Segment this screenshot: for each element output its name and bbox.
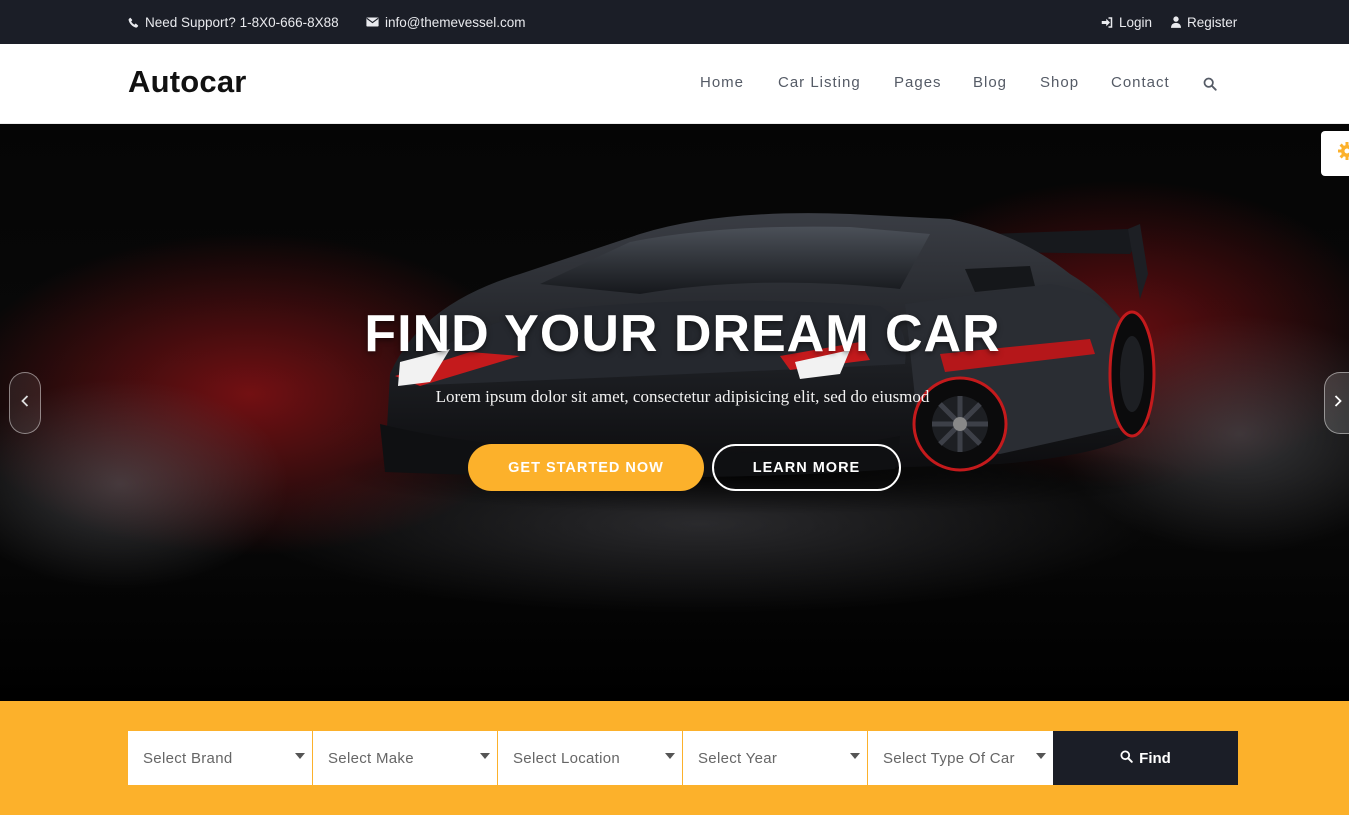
gear-icon <box>1337 141 1349 166</box>
find-button[interactable]: Find <box>1053 731 1238 785</box>
caret-down-icon <box>665 753 675 759</box>
top-bar: Need Support? 1-8X0-666-8X88 info@themev… <box>0 0 1349 44</box>
email-link[interactable]: info@themevessel.com <box>366 0 526 44</box>
car-type-select-value: Select Type Of Car <box>883 749 1015 767</box>
make-select[interactable]: Select Make <box>313 731 497 785</box>
support-text: Need Support? 1-8X0-666-8X88 <box>145 14 339 30</box>
login-label: Login <box>1119 14 1153 30</box>
envelope-icon <box>366 17 379 27</box>
nav-item-blog[interactable]: Blog <box>973 74 1007 91</box>
brand-select[interactable]: Select Brand <box>128 731 312 785</box>
search-icon <box>1120 749 1133 767</box>
year-select[interactable]: Select Year <box>683 731 867 785</box>
caret-down-icon <box>1036 753 1046 759</box>
nav-item-contact[interactable]: Contact <box>1111 74 1170 91</box>
caret-down-icon <box>850 753 860 759</box>
settings-toggle[interactable] <box>1321 131 1349 176</box>
user-icon <box>1171 16 1181 28</box>
find-label: Find <box>1139 749 1171 767</box>
register-link[interactable]: Register <box>1171 0 1237 44</box>
nav-item-pages[interactable]: Pages <box>894 74 942 91</box>
phone-icon <box>128 17 139 28</box>
learn-more-button[interactable]: LEARN MORE <box>712 444 901 491</box>
make-select-value: Select Make <box>328 749 414 767</box>
hero-subtitle: Lorem ipsum dolor sit amet, consectetur … <box>435 387 930 406</box>
login-link[interactable]: Login <box>1101 0 1152 44</box>
nav-item-home[interactable]: Home <box>700 74 744 91</box>
sports-car-image <box>330 213 1190 514</box>
get-started-button[interactable]: GET STARTED NOW <box>468 444 704 491</box>
hero-slider: FIND YOUR DREAM CAR Lorem ipsum dolor si… <box>0 124 1349 701</box>
main-header: Autocar Home Car Listing Pages Blog Shop… <box>0 44 1349 124</box>
hero-title: FIND YOUR DREAM CAR <box>364 305 1001 363</box>
location-select[interactable]: Select Location <box>498 731 682 785</box>
nav-item-shop[interactable]: Shop <box>1040 74 1079 91</box>
sign-in-icon <box>1101 16 1113 28</box>
location-select-value: Select Location <box>513 749 621 767</box>
register-label: Register <box>1187 14 1238 30</box>
site-logo[interactable]: Autocar <box>128 64 247 100</box>
caret-down-icon <box>295 753 305 759</box>
brand-select-value: Select Brand <box>143 749 233 767</box>
car-type-select[interactable]: Select Type Of Car <box>868 731 1053 785</box>
search-icon[interactable] <box>1203 77 1217 96</box>
support-contact: Need Support? 1-8X0-666-8X88 <box>128 0 339 44</box>
car-search-bar: Select Brand Select Make Select Location… <box>0 701 1349 815</box>
year-select-value: Select Year <box>698 749 778 767</box>
nav-item-car-listing[interactable]: Car Listing <box>778 74 861 91</box>
caret-down-icon <box>480 753 490 759</box>
email-text: info@themevessel.com <box>385 14 526 30</box>
